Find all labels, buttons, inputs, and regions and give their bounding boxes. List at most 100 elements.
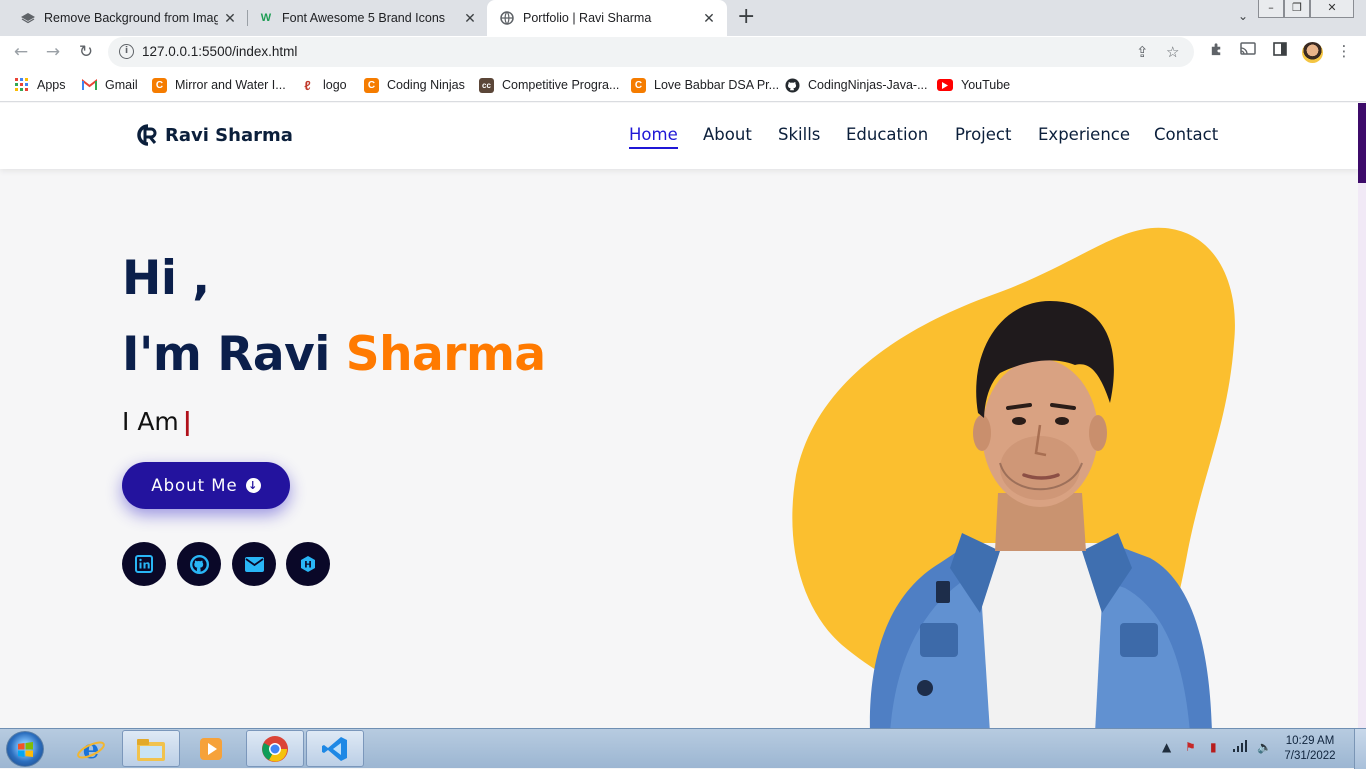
site-info-icon[interactable]: i	[119, 44, 134, 59]
bookmarks-bar: Apps Gmail C Mirror and Water I... ℓ log…	[0, 68, 1366, 102]
typing-prefix: I Am	[122, 407, 179, 436]
globe-icon	[499, 10, 515, 26]
internet-explorer-icon[interactable]: e	[62, 730, 120, 767]
address-bar[interactable]: i 127.0.0.1:5500/index.html ⇪ ☆	[108, 37, 1194, 67]
share-icon[interactable]: ⇪	[1136, 43, 1149, 61]
browser-toolbar: ← → ↻ i 127.0.0.1:5500/index.html ⇪ ☆ ⋮	[0, 36, 1366, 68]
minimize-icon[interactable]: –	[1258, 0, 1284, 18]
clock-date: 7/31/2022	[1284, 750, 1336, 762]
bookmark-label: Apps	[37, 78, 66, 92]
tab-portfolio[interactable]: Portfolio | Ravi Sharma ✕	[487, 0, 727, 36]
hashnode-icon[interactable]: H	[286, 542, 330, 586]
logo-icon: ℓ	[304, 77, 311, 93]
page-scrollbar[interactable]	[1358, 103, 1366, 728]
tab-title: Font Awesome 5 Brand Icons	[282, 11, 446, 25]
show-hidden-icons-arrow-icon[interactable]: ▲	[1162, 740, 1171, 754]
hero-name-prefix: I'm Ravi	[122, 327, 330, 382]
system-clock[interactable]: 10:29 AM 7/31/2022	[1278, 734, 1342, 764]
bookmark-label: Competitive Progra...	[502, 78, 620, 92]
portfolio-page: Ravi Sharma Home About Skills Education …	[0, 103, 1358, 728]
cast-icon[interactable]	[1238, 42, 1258, 60]
nav-home[interactable]: Home	[629, 125, 678, 149]
tab-font-awesome[interactable]: W Font Awesome 5 Brand Icons ✕	[248, 0, 488, 36]
coding-ninjas-icon: C	[152, 77, 167, 93]
battery-alert-icon[interactable]: ▮	[1210, 740, 1217, 754]
extensions-puzzle-icon[interactable]	[1206, 42, 1226, 61]
bookmark-mirror-water[interactable]: C Mirror and Water I...	[152, 76, 286, 94]
start-button[interactable]	[6, 731, 44, 767]
nav-about[interactable]: About	[703, 125, 752, 144]
bookmark-competitive-programming[interactable]: cc Competitive Progra...	[479, 76, 619, 94]
volume-icon[interactable]: 🔈	[1257, 740, 1272, 754]
windows-logo-icon	[18, 742, 33, 757]
close-tab-icon[interactable]: ✕	[462, 10, 478, 26]
nav-skills[interactable]: Skills	[778, 125, 820, 144]
gmail-icon	[82, 78, 97, 93]
media-player-icon[interactable]	[182, 730, 240, 767]
layers-icon	[20, 10, 36, 26]
nav-contact[interactable]: Contact	[1154, 125, 1218, 144]
tab-remove-background[interactable]: Remove Background from Image ✕	[8, 0, 248, 36]
vscode-icon[interactable]	[306, 730, 364, 767]
tab-strip: Remove Background from Image ✕ W Font Aw…	[0, 0, 1366, 36]
kebab-menu-icon[interactable]: ⋮	[1334, 42, 1354, 60]
tab-title: Portfolio | Ravi Sharma	[523, 11, 652, 25]
arrow-circle-down-icon: ↓	[245, 478, 261, 493]
show-desktop-button[interactable]	[1354, 729, 1366, 769]
network-signal-icon[interactable]	[1233, 740, 1247, 755]
svg-text:e: e	[83, 735, 100, 764]
bookmark-label: CodingNinjas-Java-...	[808, 78, 928, 92]
nav-education[interactable]: Education	[846, 125, 928, 144]
hero-greeting: Hi ,	[122, 251, 210, 306]
about-me-label: About Me	[151, 476, 238, 495]
profile-photo	[869, 301, 1212, 728]
restore-icon[interactable]: ❐	[1284, 0, 1310, 18]
about-me-button[interactable]: About Me ↓	[122, 462, 290, 509]
reload-icon[interactable]: ↻	[75, 41, 97, 63]
bookmark-label: Gmail	[105, 78, 138, 92]
bookmark-label: Coding Ninjas	[387, 78, 465, 92]
nav-project[interactable]: Project	[955, 125, 1011, 144]
envelope-icon[interactable]	[232, 542, 276, 586]
window-close-icon[interactable]: ✕	[1310, 0, 1354, 18]
hero-typing-line: I Am |	[122, 407, 192, 436]
back-arrow-icon[interactable]: ←	[10, 41, 32, 63]
bookmark-codingninjas-java[interactable]: CodingNinjas-Java-...	[785, 76, 928, 94]
chrome-icon[interactable]	[246, 730, 304, 767]
scrollbar-thumb[interactable]	[1358, 103, 1366, 183]
bookmark-apps[interactable]: Apps	[14, 76, 66, 94]
url-text[interactable]: 127.0.0.1:5500/index.html	[142, 44, 297, 59]
coding-ninjas-icon: C	[364, 77, 379, 93]
hero-name-accent: Sharma	[345, 327, 546, 382]
typing-cursor: |	[182, 407, 192, 436]
bookmark-label: YouTube	[961, 78, 1011, 92]
new-tab-button[interactable]: +	[737, 6, 755, 28]
file-explorer-icon[interactable]	[122, 730, 180, 767]
tab-search-chevron-icon[interactable]: ⌄	[1238, 9, 1248, 23]
bookmark-love-babbar[interactable]: C Love Babbar DSA Pr...	[631, 76, 779, 94]
bookmark-label: logo	[323, 78, 347, 92]
brand[interactable]: Ravi Sharma	[135, 123, 293, 147]
github-icon	[785, 77, 800, 93]
bookmark-star-icon[interactable]: ☆	[1166, 43, 1179, 61]
forward-arrow-icon[interactable]: →	[42, 41, 64, 63]
bookmark-gmail[interactable]: Gmail	[82, 76, 138, 94]
bookmark-label: Mirror and Water I...	[175, 78, 286, 92]
brand-logo-icon	[135, 123, 161, 147]
github-icon[interactable]	[177, 542, 221, 586]
close-tab-icon[interactable]: ✕	[222, 10, 238, 26]
linkedin-icon[interactable]	[122, 542, 166, 586]
profile-avatar[interactable]	[1302, 42, 1323, 63]
clock-time: 10:29 AM	[1285, 735, 1335, 747]
bookmark-youtube[interactable]: YouTube	[937, 76, 1010, 94]
apps-grid-icon	[14, 78, 29, 93]
side-panel-icon[interactable]	[1270, 42, 1290, 60]
bookmark-logo[interactable]: ℓ logo	[300, 76, 347, 94]
nav-experience[interactable]: Experience	[1038, 125, 1130, 144]
security-alert-icon[interactable]: ⚑	[1185, 740, 1196, 754]
bookmark-label: Love Babbar DSA Pr...	[654, 78, 780, 92]
close-tab-icon[interactable]: ✕	[701, 10, 717, 26]
bookmark-coding-ninjas[interactable]: C Coding Ninjas	[364, 76, 465, 94]
hero-name: I'm Ravi Sharma	[122, 327, 546, 382]
site-navbar: Ravi Sharma Home About Skills Education …	[0, 103, 1358, 169]
